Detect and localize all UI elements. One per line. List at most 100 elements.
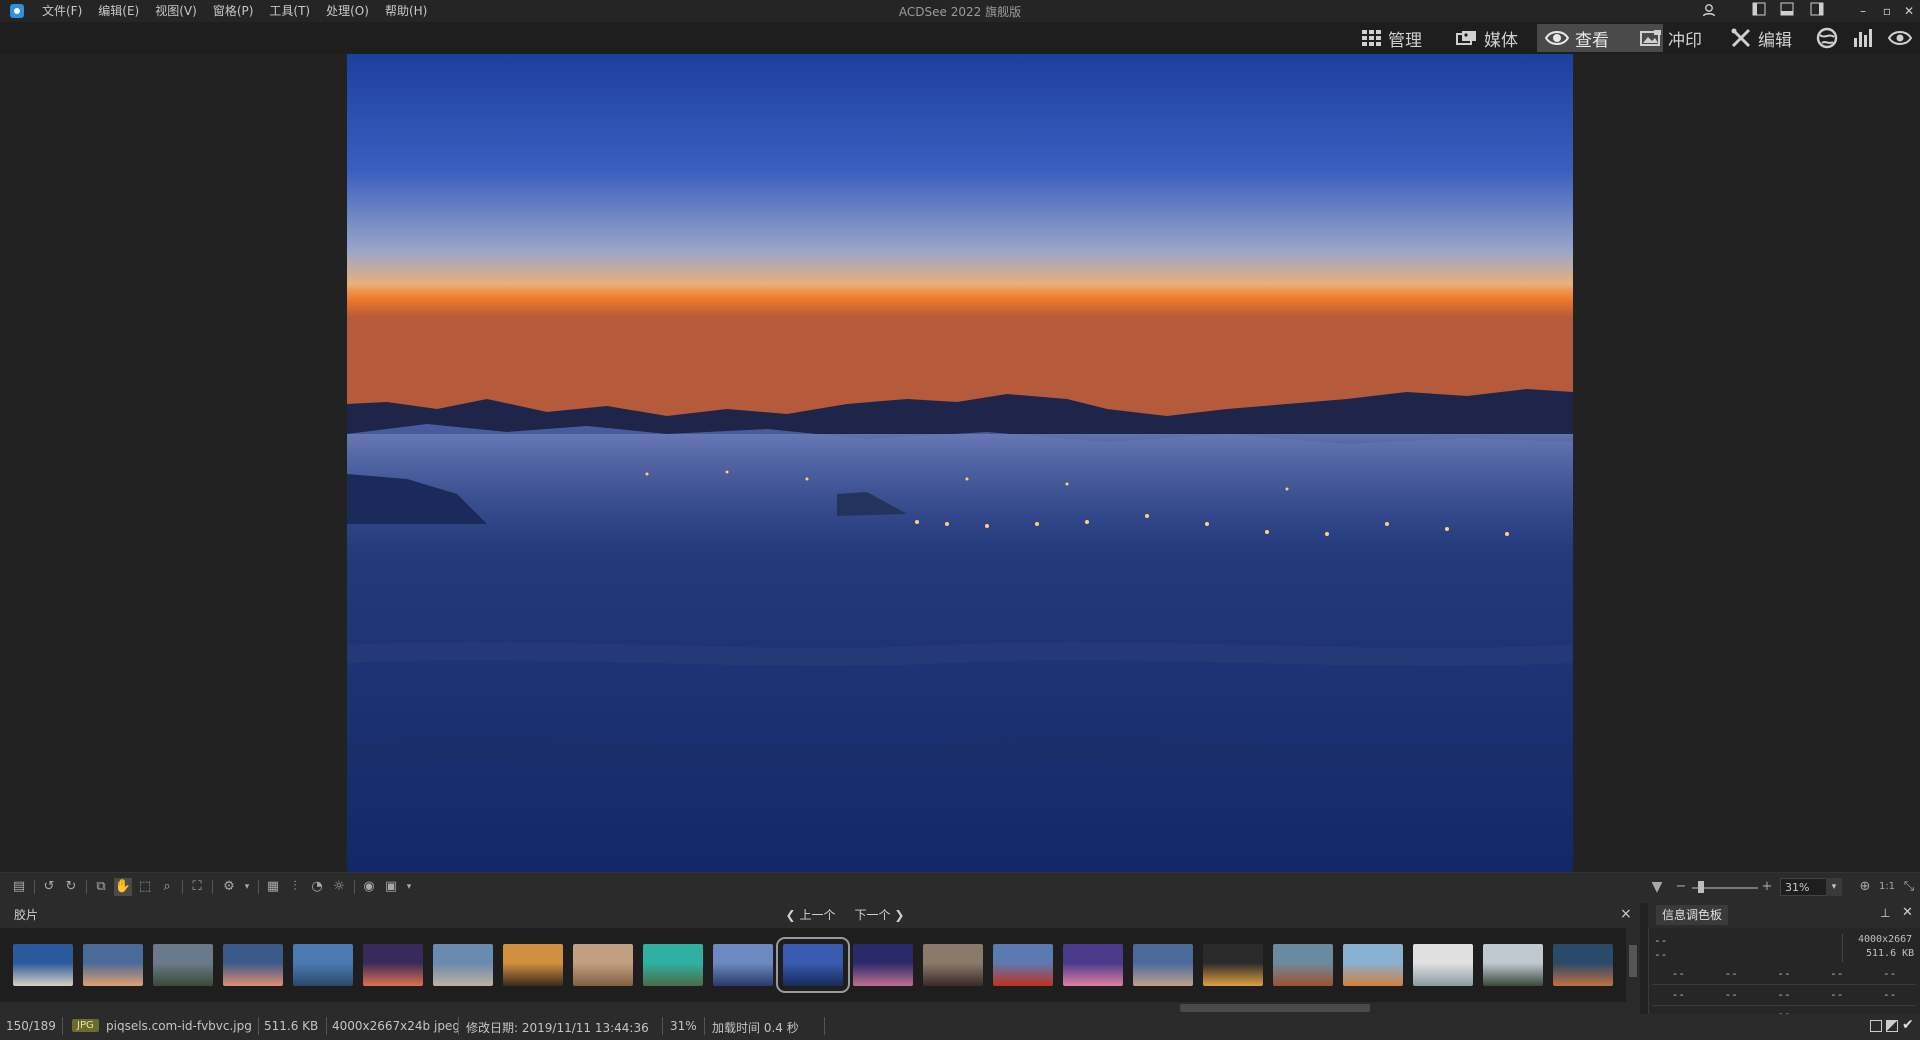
grid-icon [1362,30,1381,46]
chevron-right-icon[interactable]: ❯ [894,908,904,922]
filmstrip-thumbnail[interactable] [573,944,633,986]
info-grid-cell: -- [1724,967,1738,980]
filmstrip-thumbnail[interactable] [1553,944,1613,986]
info-palette-tab[interactable]: 信息调色板 [1656,905,1729,925]
filmstrip-thumbnail[interactable] [83,944,143,986]
pin-icon[interactable]: ⊥ [1880,906,1890,920]
histogram-icon[interactable]: ▦ [264,878,282,896]
filmstrip-thumbnail[interactable] [923,944,983,986]
adjust-icon[interactable]: ⫶ [286,878,304,896]
edit-icon [1731,28,1751,48]
rotate-right-icon[interactable]: ↻ [62,878,80,896]
crop-icon[interactable]: ⧉ [92,878,110,896]
filmstrip-thumbnail[interactable] [1063,944,1123,986]
filmstrip-close-button[interactable]: × [1620,906,1632,922]
filmstrip-thumbnail[interactable] [503,944,563,986]
close-window-button[interactable]: ✕ [1900,2,1918,20]
checkmark-icon[interactable]: ✔ [1902,1017,1914,1033]
mode-manage[interactable]: 管理 [1354,24,1430,52]
slideshow-icon[interactable]: ◉ [360,878,378,896]
view-single-icon[interactable] [1870,1020,1882,1032]
filmstrip-horizontal-scrollbar[interactable] [0,1002,1640,1014]
toolbar-separator [212,880,213,894]
zoom-tool-icon[interactable]: ⌕ [158,878,176,896]
filmstrip-thumbnail[interactable] [713,944,773,986]
layout-right-icon[interactable] [1808,2,1826,20]
filmstrip-thumbnail[interactable] [223,944,283,986]
window-title: ACDSee 2022 旗舰版 [898,5,1022,19]
chevron-down-icon[interactable]: ▾ [400,878,418,896]
gear-icon[interactable]: ⚙ [220,878,238,896]
mode-365[interactable] [1808,24,1846,52]
zoom-dropdown-button[interactable]: ▾ [1826,878,1842,896]
mode-develop[interactable]: 冲印 [1632,24,1710,52]
filmstrip-thumbnail[interactable] [993,944,1053,986]
zoom-level-select[interactable]: 31% [1780,878,1828,896]
chevron-down-icon[interactable]: ▾ [238,878,256,896]
mode-lumina[interactable] [1880,24,1920,52]
filmstrip-thumbnail[interactable] [1133,944,1193,986]
account-icon[interactable] [1700,2,1718,20]
filmstrip-thumbnail[interactable] [853,944,913,986]
mode-edit-label: 编辑 [1758,30,1792,51]
eye-swirl-icon [1888,31,1912,45]
info-grid-cell: -- [1724,988,1738,1001]
toolbar-separator [258,880,259,894]
info-grid-row: -- -- -- -- -- [1652,985,1916,1006]
view-split-icon[interactable] [1886,1020,1898,1032]
filmstrip-thumbnail[interactable] [363,944,423,986]
info-close-button[interactable]: ✕ [1902,905,1913,920]
fit-window-icon[interactable]: ⤡ [1900,878,1918,896]
info-grid-cell: -- [1830,967,1844,980]
main-photo[interactable] [347,54,1573,872]
info-divider [1842,934,1843,962]
zoom-in-icon[interactable]: + [1758,878,1776,896]
hand-tool-icon[interactable]: ✋ [114,878,132,896]
filmstrip-thumbnail[interactable] [776,937,850,993]
zoom-fit-icon[interactable]: ⊕ [1856,878,1874,896]
save-icon[interactable]: ▤ [10,878,28,896]
filmstrip-thumbnail[interactable] [1273,944,1333,986]
info-grid-cell: -- [1882,967,1897,980]
filmstrip-thumbnail[interactable] [1413,944,1473,986]
mode-media[interactable]: 媒体 [1448,24,1526,52]
prev-button[interactable]: 上一个 [799,908,835,922]
status-load-time: 加载时间 0.4 秒 [712,1021,799,1035]
filmstrip-thumbnail[interactable] [293,944,353,986]
filmstrip-nav: ❮ 上一个 下一个 ❯ [0,906,1690,923]
filmstrip-thumbnail[interactable] [153,944,213,986]
filmstrip-vertical-scroll-thumb[interactable] [1629,945,1637,977]
maximize-button[interactable]: ▫ [1878,2,1896,20]
zoom-slider-handle[interactable] [1698,881,1704,893]
mode-edit[interactable]: 编辑 [1722,24,1800,52]
filmstrip-horizontal-scroll-thumb[interactable] [1180,1004,1370,1012]
filmstrip-thumbnail[interactable] [643,944,703,986]
compare-icon[interactable]: ▣ [382,878,400,896]
mode-media-label: 媒体 [1484,30,1518,51]
filmstrip-thumbnail[interactable] [1343,944,1403,986]
select-tool-icon[interactable]: ⬚ [136,878,154,896]
color-wheel-icon[interactable]: ◔ [308,878,326,896]
layout-bottom-icon[interactable] [1778,2,1796,20]
filter-triangle-icon[interactable]: ▼ [1648,878,1666,896]
layout-left-icon[interactable] [1750,2,1768,20]
mode-dashboard[interactable] [1845,24,1883,52]
next-button[interactable]: 下一个 [855,908,891,922]
toolbar-separator [354,880,355,894]
exposure-icon[interactable]: ☼ [330,878,348,896]
filmstrip-thumbnail[interactable] [433,944,493,986]
chevron-left-icon[interactable]: ❮ [786,908,796,922]
info-grid-cell: -- [1777,967,1791,980]
info-grid-cell: -- [1777,988,1791,1001]
actual-size-button[interactable]: 1:1 [1878,878,1896,896]
filmstrip-thumbnail[interactable] [13,944,73,986]
rotate-left-icon[interactable]: ↺ [40,878,58,896]
status-modified-date: 修改日期: 2019/11/11 13:44:36 [466,1021,649,1035]
minimize-button[interactable]: – [1854,2,1872,20]
fullscreen-icon[interactable]: ⛶ [188,878,206,896]
toolbar-separator [182,880,183,894]
info-file-size: 511.6 KB [1866,948,1915,959]
filmstrip-thumbnail[interactable] [1203,944,1263,986]
zoom-out-icon[interactable]: − [1672,878,1690,896]
filmstrip-thumbnail[interactable] [1483,944,1543,986]
